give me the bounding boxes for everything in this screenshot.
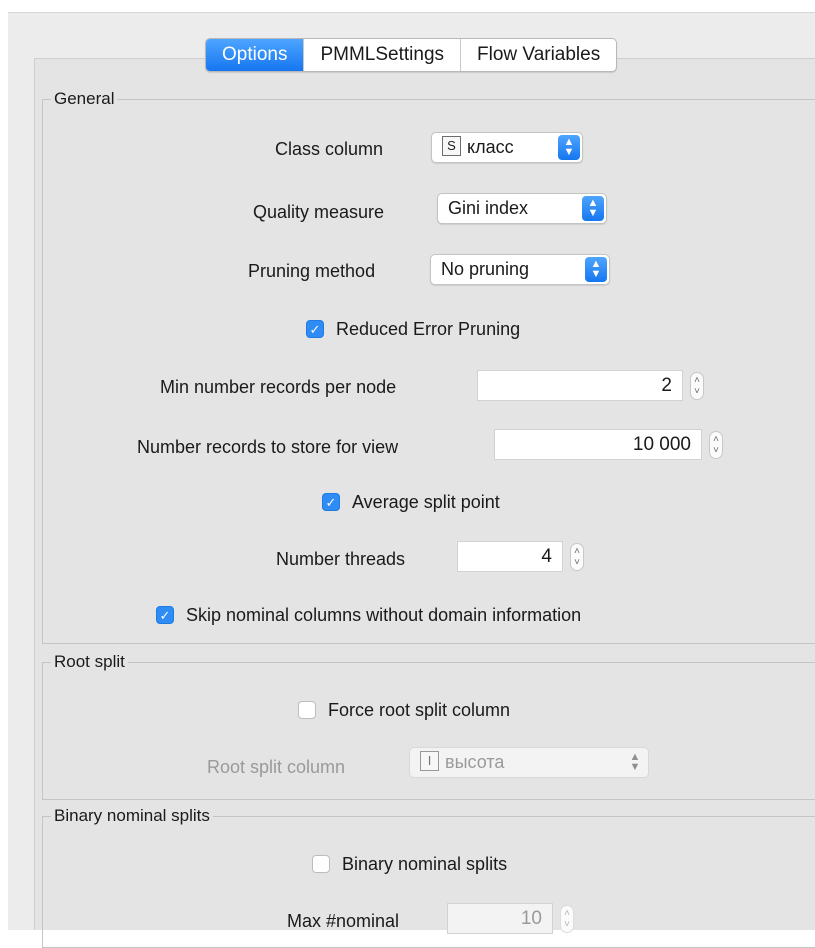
tab-options[interactable]: Options	[206, 39, 305, 71]
binary-nominal-group-title: Binary nominal splits	[54, 806, 210, 825]
binary-nominal-label: Binary nominal splits	[342, 853, 508, 874]
max-nominal-input[interactable]: 10	[447, 903, 553, 934]
force-root-split-checkbox[interactable]: Force root split column	[298, 698, 510, 722]
min-records-label: Min number records per node	[160, 377, 397, 397]
threads-input[interactable]: 4	[457, 541, 563, 572]
min-records-input[interactable]: 2	[477, 370, 683, 401]
min-records-stepper[interactable]: ˄ ˅	[690, 372, 704, 400]
records-store-label: Number records to store for view	[137, 437, 399, 457]
checkmark-icon: ✓	[156, 606, 174, 624]
reduced-error-pruning-checkbox[interactable]: ✓ Reduced Error Pruning	[306, 317, 520, 341]
general-group: General	[42, 89, 815, 644]
updown-arrows-icon: ▲ ▼	[629, 751, 641, 773]
checkbox-empty-icon	[312, 855, 330, 873]
root-split-column-select[interactable]: Iвысота ▲ ▼	[409, 747, 649, 778]
average-split-checkbox[interactable]: ✓ Average split point	[322, 490, 500, 514]
pruning-method-select[interactable]: No pruning ▲ ▼	[430, 254, 610, 285]
quality-measure-select[interactable]: Gini index ▲ ▼	[437, 193, 607, 224]
average-split-label: Average split point	[352, 491, 500, 512]
updown-arrows-icon: ▲ ▼	[558, 135, 580, 160]
class-column-label: Class column	[275, 139, 384, 159]
class-column-select[interactable]: Sкласс ▲ ▼	[431, 132, 583, 163]
tab-bar: Options PMMLSettings Flow Variables	[205, 38, 618, 72]
skip-nominal-checkbox[interactable]: ✓ Skip nominal columns without domain in…	[156, 603, 581, 627]
root-split-column-value: высота	[445, 752, 505, 772]
quality-measure-label: Quality measure	[253, 202, 385, 222]
class-column-value: класс	[467, 137, 514, 157]
string-type-icon: S	[442, 136, 461, 157]
checkbox-empty-icon	[298, 701, 316, 719]
general-group-title: General	[54, 89, 115, 108]
pruning-method-label: Pruning method	[248, 261, 376, 281]
integer-type-icon: I	[420, 751, 439, 772]
binary-nominal-group: Binary nominal splits	[42, 806, 815, 948]
quality-measure-value: Gini index	[448, 198, 529, 218]
binary-nominal-checkbox[interactable]: Binary nominal splits	[312, 852, 507, 876]
threads-label: Number threads	[276, 549, 406, 569]
checkmark-icon: ✓	[322, 493, 340, 511]
tab-flow-variables[interactable]: Flow Variables	[461, 39, 616, 71]
force-root-split-label: Force root split column	[328, 699, 511, 720]
updown-arrows-icon: ▲ ▼	[585, 257, 607, 282]
updown-arrows-icon: ▲ ▼	[582, 196, 604, 221]
records-store-input[interactable]: 10 000	[494, 429, 702, 460]
root-split-group-title: Root split	[54, 652, 125, 671]
records-store-stepper[interactable]: ˄ ˅	[709, 431, 723, 459]
pruning-method-value: No pruning	[441, 259, 530, 279]
reduced-error-pruning-label: Reduced Error Pruning	[336, 318, 521, 339]
checkmark-icon: ✓	[306, 320, 324, 338]
skip-nominal-label: Skip nominal columns without domain info…	[186, 604, 582, 625]
root-split-column-label: Root split column	[207, 757, 346, 777]
threads-stepper[interactable]: ˄ ˅	[570, 543, 584, 571]
tab-pmml-settings[interactable]: PMMLSettings	[304, 39, 462, 71]
